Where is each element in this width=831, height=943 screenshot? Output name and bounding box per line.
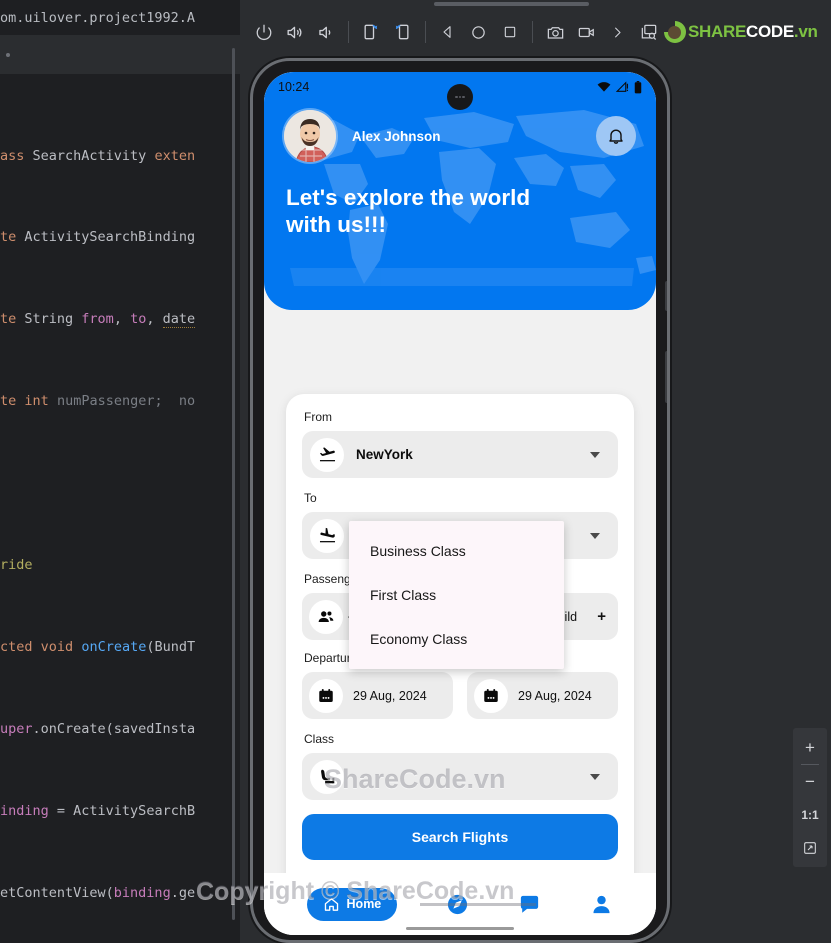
bell-icon — [609, 129, 623, 144]
toolbar-divider — [347, 21, 349, 43]
departure-date-value: 29 Aug, 2024 — [353, 688, 427, 703]
search-button[interactable]: Search Flights — [302, 814, 618, 860]
volume-up-icon[interactable] — [279, 15, 310, 49]
class-field[interactable] — [302, 753, 618, 800]
class-option-business[interactable]: Business Class — [349, 529, 564, 573]
power-icon[interactable] — [248, 15, 279, 49]
volume-down-icon[interactable] — [310, 15, 341, 49]
rotate-left-icon[interactable] — [356, 15, 387, 49]
emulator-panel: SHARECODE.vn 10:24 Alex Johnson Let's ex… — [240, 0, 831, 943]
editor-tab-strip[interactable] — [0, 36, 240, 74]
panel-drag-handle[interactable] — [434, 2, 589, 6]
logo-vn-text: .vn — [793, 22, 818, 41]
rotate-right-icon[interactable] — [387, 15, 418, 49]
app-screen: 10:24 Alex Johnson Let's explore the wor… — [264, 72, 656, 935]
device-display: 10:24 Alex Johnson Let's explore the wor… — [264, 72, 656, 935]
breadcrumb[interactable]: om.uilover.project1992.A — [0, 0, 240, 36]
back-icon[interactable] — [433, 15, 464, 49]
emulator-zoom-controls: + − 1:1 — [793, 728, 827, 867]
zoom-in-button[interactable]: + — [793, 731, 827, 764]
notification-button[interactable] — [596, 116, 636, 156]
return-date-value: 29 Aug, 2024 — [518, 688, 592, 703]
user-name: Alex Johnson — [352, 128, 441, 144]
class-dropdown-menu[interactable]: Business Class First Class Economy Class — [349, 521, 564, 669]
nav-item-home[interactable]: Home — [306, 887, 398, 921]
record-screen-icon[interactable] — [571, 15, 602, 49]
battery-icon — [634, 80, 642, 93]
avatar[interactable] — [284, 110, 336, 162]
airline-seat-icon — [310, 759, 344, 794]
class-option-first[interactable]: First Class — [349, 573, 564, 617]
device-power-button[interactable] — [665, 351, 667, 403]
chevron-down-icon[interactable] — [590, 451, 600, 458]
sharecode-logo: SHARECODE.vn — [663, 21, 818, 43]
nav-item-profile[interactable] — [590, 893, 613, 916]
flight-takeoff-icon — [310, 437, 344, 472]
logo-code-text: CODE — [745, 22, 794, 41]
profile-icon — [593, 895, 611, 913]
from-label: From — [304, 410, 332, 424]
layout-inspector-icon[interactable] — [633, 15, 664, 49]
return-date-field[interactable]: 29 Aug, 2024 — [467, 672, 618, 719]
status-time: 10:24 — [278, 80, 310, 94]
from-value: NewYork — [356, 447, 413, 462]
emulator-device-frame: 10:24 Alex Johnson Let's explore the wor… — [250, 58, 670, 943]
fit-to-screen-button[interactable] — [793, 831, 827, 864]
zoom-out-button[interactable]: − — [793, 765, 827, 798]
logo-share-text: SHARE — [687, 22, 746, 41]
child-increment-button[interactable]: + — [592, 608, 611, 625]
home-icon — [323, 896, 340, 913]
calendar-icon — [474, 678, 508, 713]
calendar-icon — [309, 678, 343, 713]
ide-editor-panel: om.uilover.project1992.A ass SearchActiv… — [0, 0, 240, 943]
hero-headline-line1: Let's explore the world — [286, 185, 531, 210]
people-icon — [309, 599, 343, 634]
class-label: Class — [304, 732, 335, 746]
departure-date-field[interactable]: 29 Aug, 2024 — [302, 672, 453, 719]
editor-scrollbar[interactable] — [232, 48, 235, 920]
hero-headline-line2: with us!!! — [286, 212, 386, 237]
flight-land-icon — [310, 518, 344, 553]
more-icon[interactable] — [602, 15, 633, 49]
to-label: To — [304, 491, 317, 505]
signal-icon — [616, 81, 629, 92]
actual-size-button[interactable]: 1:1 — [793, 798, 827, 831]
screenshot-icon[interactable] — [540, 15, 571, 49]
home-icon[interactable] — [464, 15, 495, 49]
toolbar-divider — [424, 21, 426, 43]
hero-header: 10:24 Alex Johnson Let's explore the wor… — [264, 72, 656, 310]
watermark-underline — [420, 903, 536, 906]
class-option-economy[interactable]: Economy Class — [349, 617, 564, 661]
home-indicator — [406, 926, 514, 930]
hero-headline: Let's explore the world with us!!! — [264, 162, 656, 238]
dates-row: 29 Aug, 2024 29 Aug, 2024 — [302, 672, 618, 719]
chevron-down-icon[interactable] — [590, 773, 600, 780]
code-content[interactable]: ass SearchActivity exten te ActivitySear… — [0, 74, 240, 943]
from-field[interactable]: NewYork — [302, 431, 618, 478]
overview-icon[interactable] — [494, 15, 525, 49]
wifi-icon — [597, 82, 611, 92]
emulator-toolbar: SHARECODE.vn — [240, 8, 831, 56]
screenshot-root: om.uilover.project1992.A ass SearchActiv… — [0, 0, 831, 943]
logo-mark-icon — [663, 21, 686, 43]
chevron-down-icon[interactable] — [590, 532, 600, 539]
tab-marker-icon — [6, 53, 10, 57]
profile-row: Alex Johnson — [264, 102, 656, 162]
nav-label-home: Home — [346, 897, 382, 911]
device-volume-button[interactable] — [665, 281, 667, 311]
toolbar-divider — [532, 21, 534, 43]
